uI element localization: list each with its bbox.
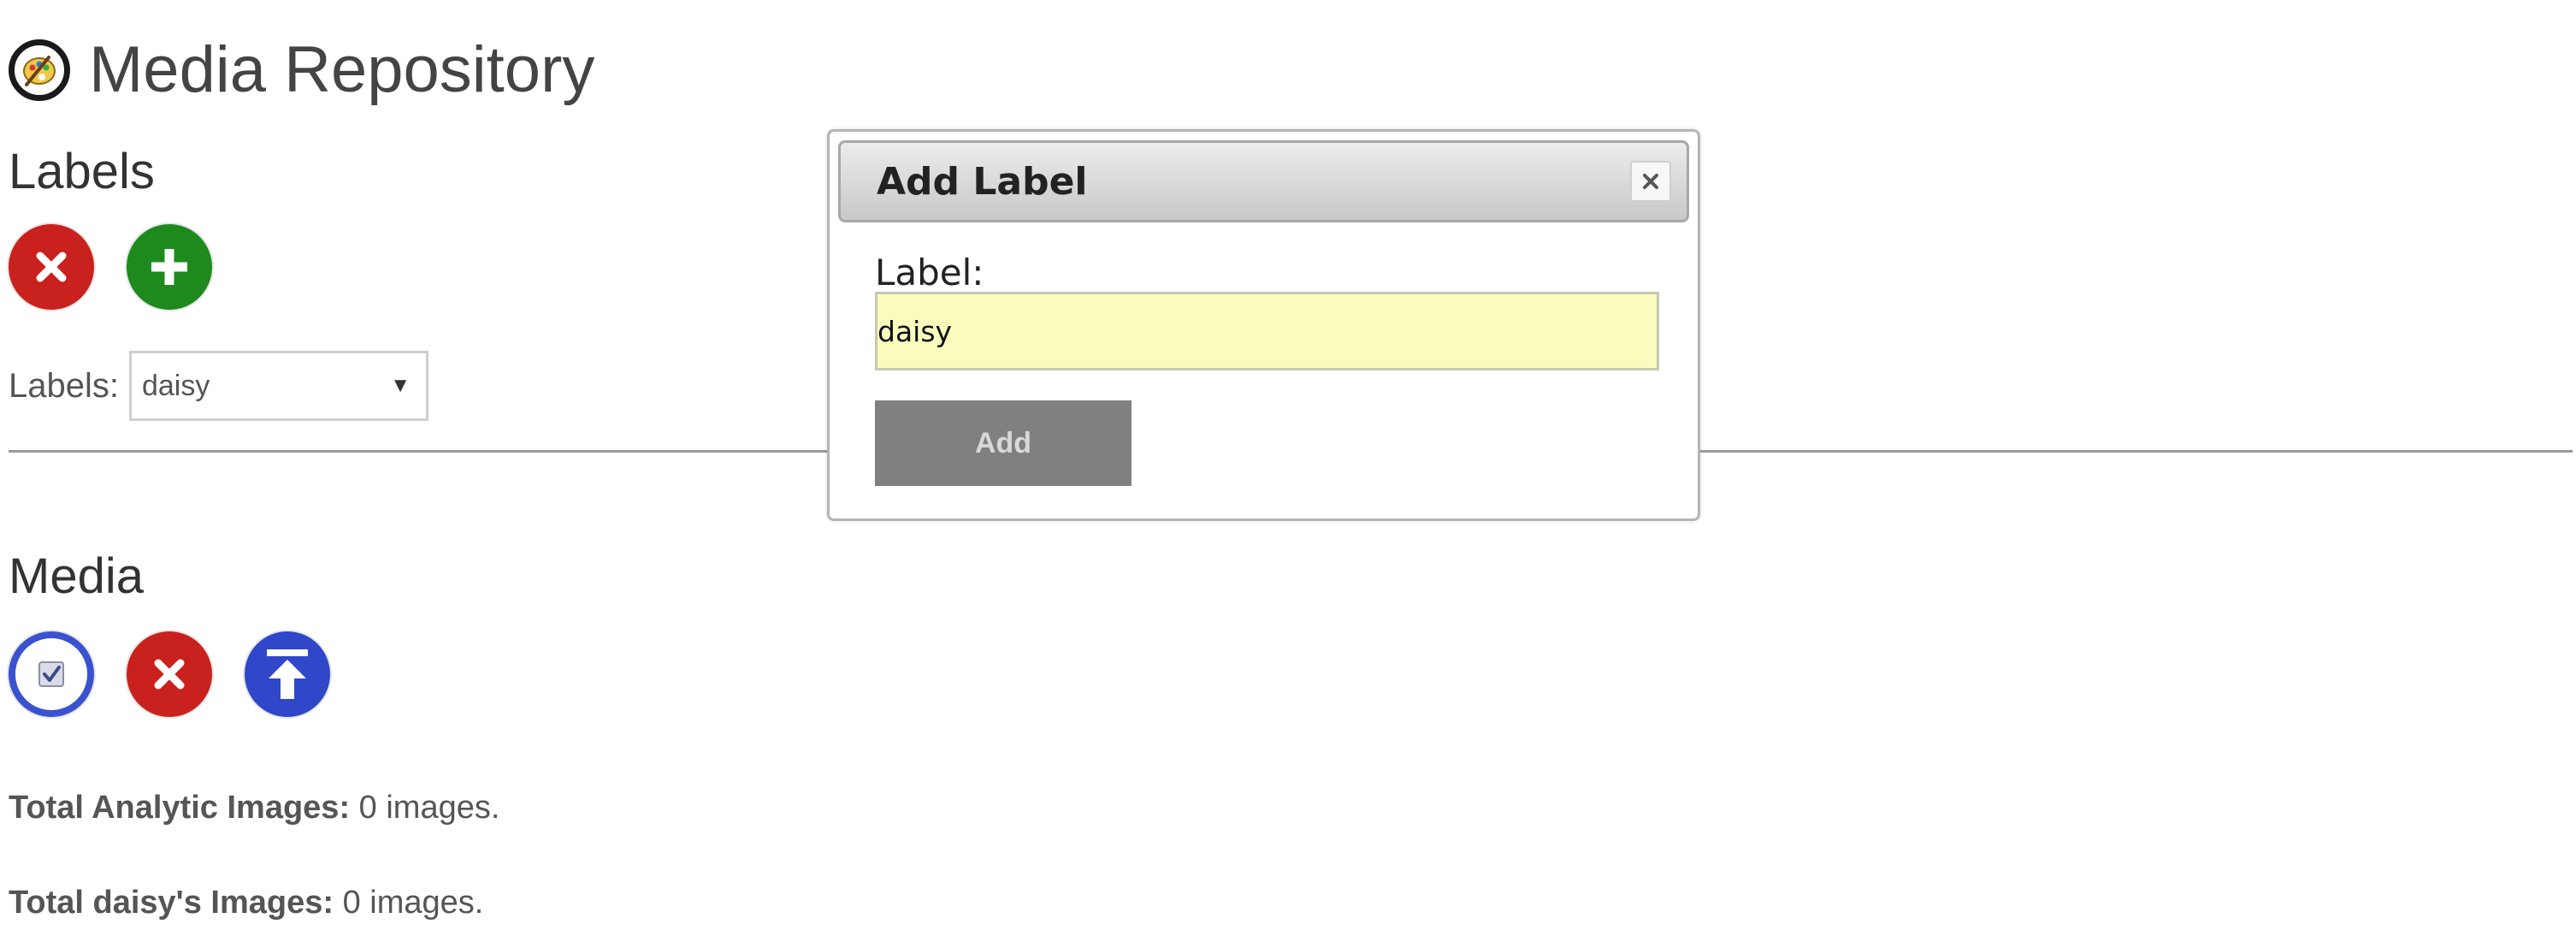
label-field-caption: Label: bbox=[875, 252, 984, 293]
labels-select-caption: Labels: bbox=[9, 366, 119, 405]
media-section-heading: Media bbox=[9, 548, 144, 604]
total-label-images-value: 0 images. bbox=[342, 885, 484, 921]
app-header: Media Repository bbox=[9, 27, 594, 113]
x-icon bbox=[36, 252, 67, 282]
checkbox-icon bbox=[38, 661, 64, 687]
total-label-images-label: Total daisy's Images: bbox=[9, 885, 334, 921]
plus-icon bbox=[151, 249, 187, 285]
dialog-close-button[interactable] bbox=[1630, 161, 1671, 202]
add-button[interactable]: Add bbox=[875, 400, 1131, 486]
labels-select-value: daisy bbox=[141, 369, 210, 402]
delete-media-button[interactable] bbox=[127, 631, 212, 717]
media-toolbar bbox=[9, 631, 330, 717]
x-icon bbox=[154, 659, 185, 690]
select-all-media-button[interactable] bbox=[9, 631, 94, 717]
labels-toolbar bbox=[9, 224, 212, 310]
add-label-dialog: Add Label Label: Add bbox=[827, 129, 1700, 521]
chevron-down-icon: ▼ bbox=[390, 374, 411, 397]
palette-logo-icon bbox=[9, 39, 70, 101]
total-analytic-images-value: 0 images. bbox=[358, 790, 500, 826]
upload-arrow-icon bbox=[267, 649, 308, 699]
upload-media-button[interactable] bbox=[245, 631, 330, 717]
total-analytic-images: Total Analytic Images: 0 images. bbox=[9, 790, 499, 826]
delete-label-button[interactable] bbox=[9, 224, 94, 310]
page-title: Media Repository bbox=[89, 33, 595, 106]
labels-select[interactable]: daisy ▼ bbox=[128, 351, 428, 421]
label-name-input[interactable] bbox=[875, 292, 1659, 370]
total-analytic-images-label: Total Analytic Images: bbox=[9, 790, 351, 826]
dialog-titlebar[interactable]: Add Label bbox=[838, 140, 1689, 222]
close-icon bbox=[1643, 174, 1658, 189]
dialog-title: Add Label bbox=[877, 159, 1088, 204]
labels-filter-row: Labels: daisy ▼ bbox=[9, 351, 428, 421]
labels-section-heading: Labels bbox=[9, 144, 155, 199]
total-label-images: Total daisy's Images: 0 images. bbox=[9, 885, 483, 921]
add-label-button[interactable] bbox=[127, 224, 212, 310]
